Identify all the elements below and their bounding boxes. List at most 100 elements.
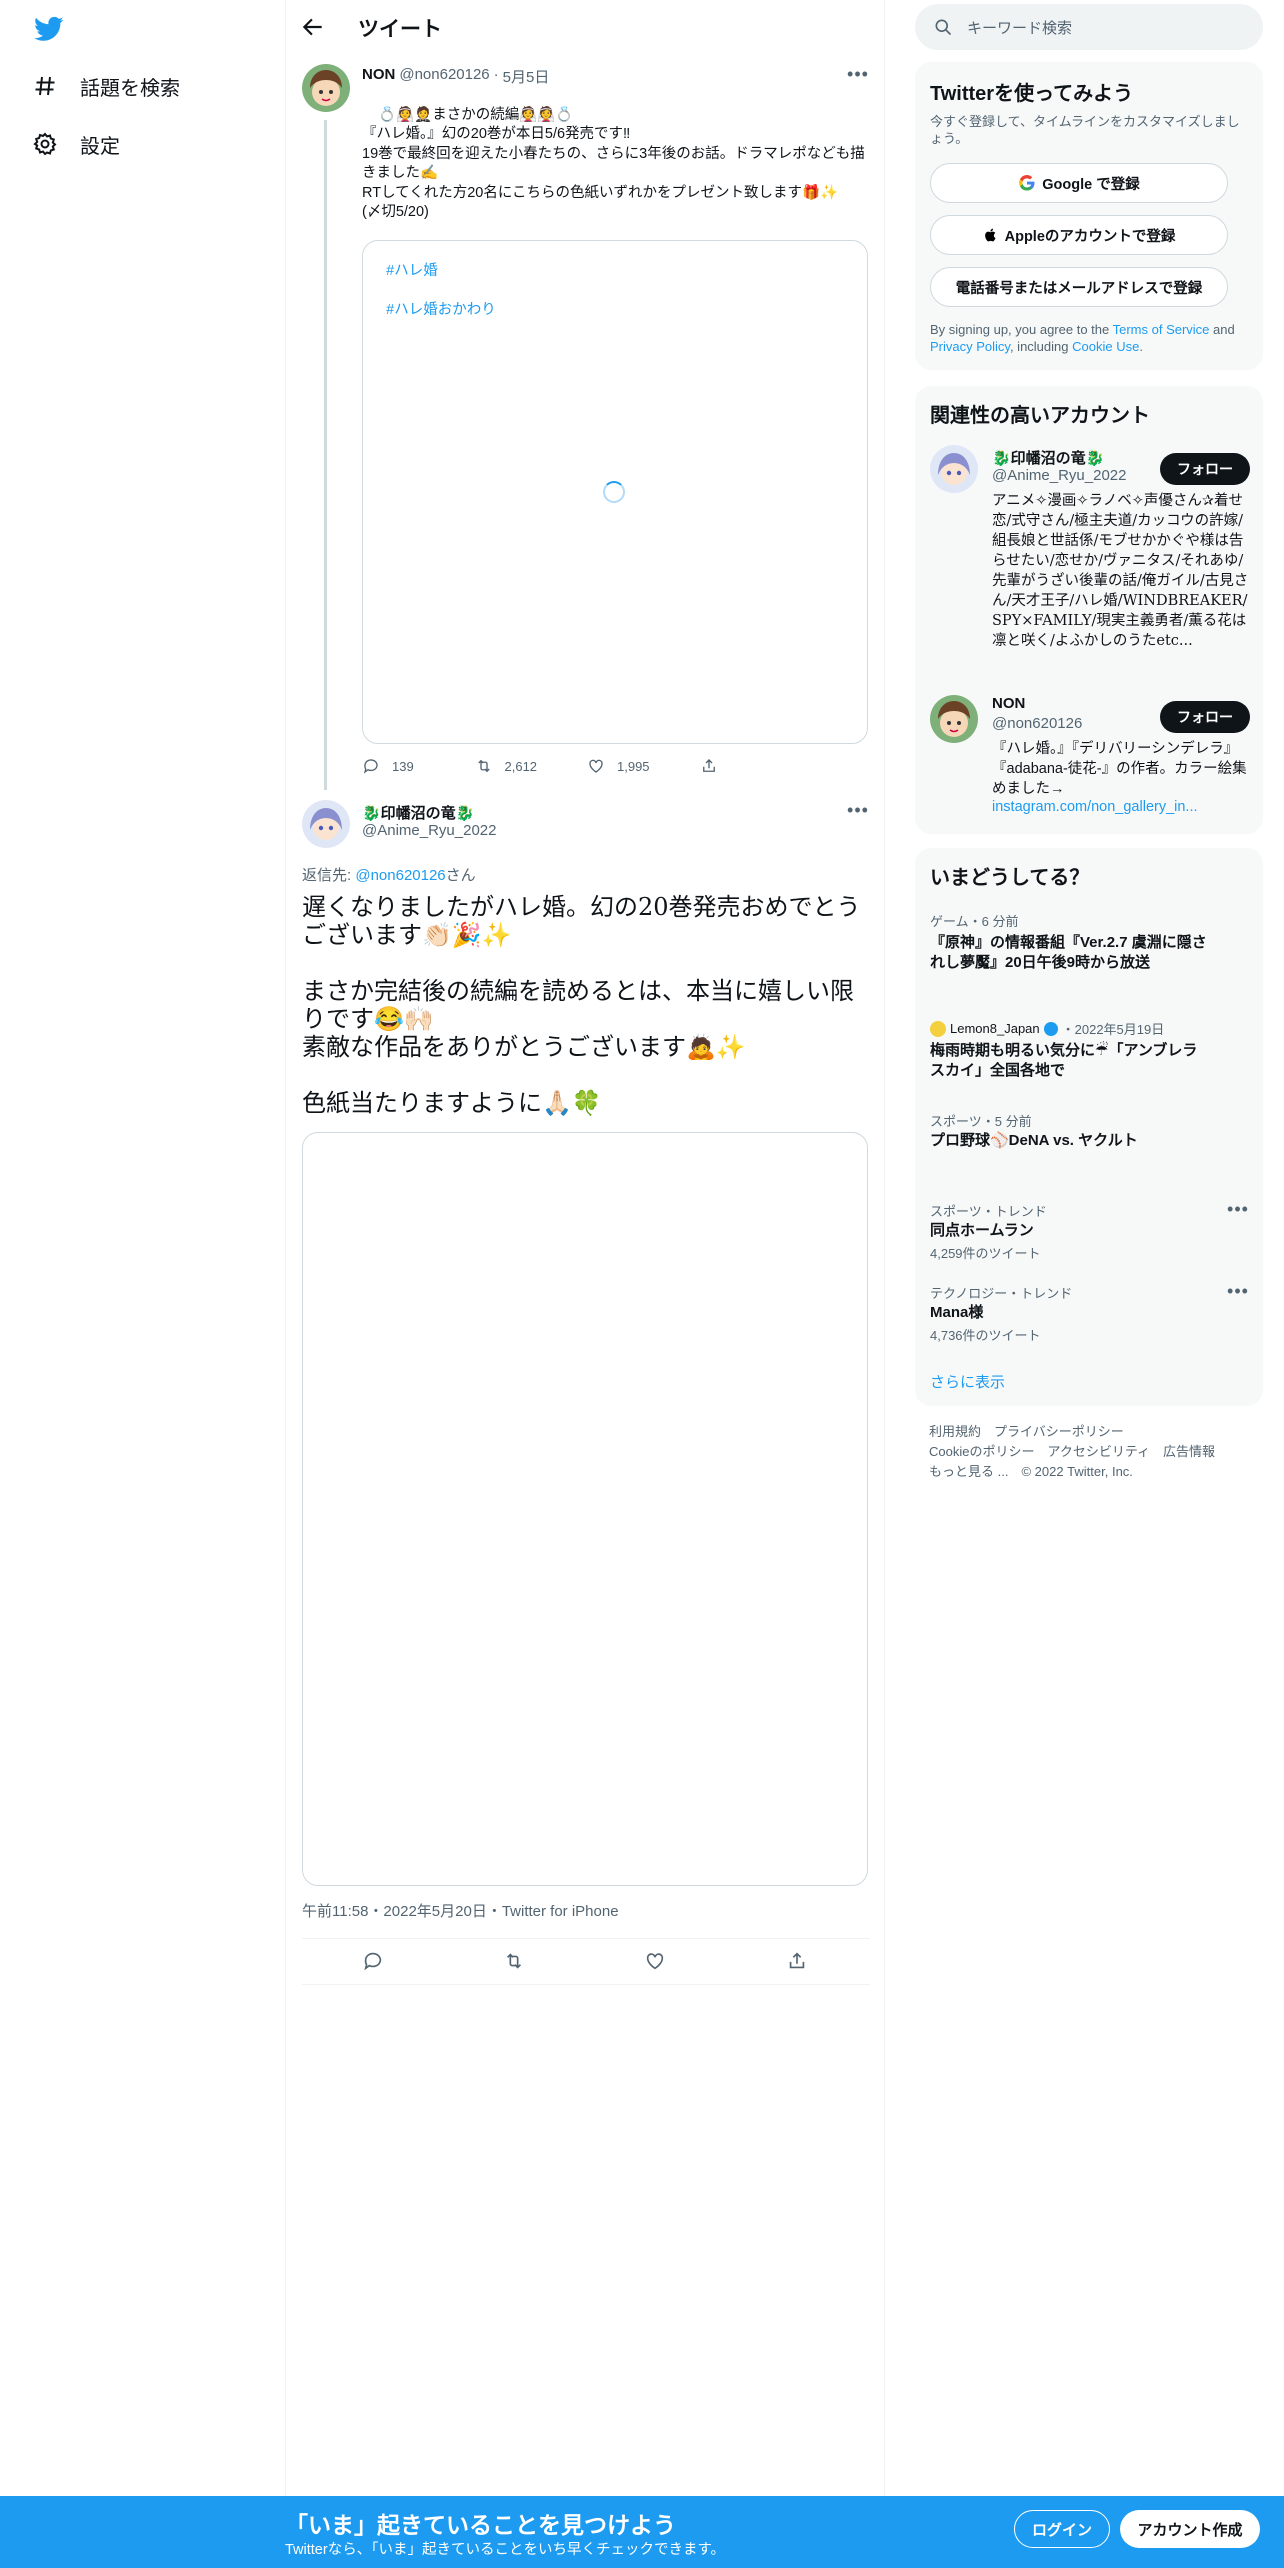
- avatar[interactable]: [302, 64, 350, 112]
- divider: [302, 1984, 870, 1985]
- separator-dot: ·: [493, 66, 499, 83]
- tweet2-text: 遅くなりましたがハレ婚。幻の20巻発売おめでとうございます👏🏻🎉✨ まさか完結後…: [302, 893, 861, 1117]
- reply-suffix: さん: [445, 867, 476, 884]
- more-icon[interactable]: •••: [846, 64, 870, 84]
- search-icon: [935, 19, 952, 36]
- divider: [302, 1938, 870, 1939]
- legal-text: and: [1209, 322, 1235, 337]
- reply-to-link[interactable]: @non620126: [355, 867, 445, 884]
- google-signup-label: Google で登録: [1042, 176, 1140, 193]
- follow-button[interactable]: フォロー: [1160, 701, 1250, 733]
- trend-source-row: Lemon8_Japan ・2022年5月19日: [930, 1019, 1164, 1038]
- retweet-count: 2,612: [504, 758, 538, 774]
- left-sidebar: 話題を検索 設定: [0, 0, 285, 2500]
- phone-email-signup-label: 電話番号またはメールアドレスで登録: [955, 280, 1203, 297]
- reply-icon: [363, 759, 378, 774]
- signup-legal: By signing up, you agree to the Terms of…: [930, 321, 1250, 355]
- google-signup-button[interactable]: Google で登録: [930, 163, 1228, 203]
- tweet2-actions: [286, 1940, 886, 1980]
- back-arrow-icon[interactable]: [300, 14, 326, 40]
- banner-title: 「いま」起きていることを見つけよう: [285, 2512, 676, 2538]
- verified-badge-icon: [1043, 1021, 1058, 1036]
- legal-text: , including: [1009, 339, 1073, 354]
- share-icon: [702, 759, 715, 772]
- relevant-title: 関連性の高いアカウント: [930, 405, 1150, 427]
- share-button[interactable]: [700, 757, 813, 775]
- trend-count: 4,259件のツイート: [930, 1246, 1041, 1261]
- heart-icon: [589, 759, 603, 773]
- avatar[interactable]: [302, 800, 350, 848]
- account-bio: 『ハレ婚。』『デリバリーシンデレラ』『adabana-徒花-』の作者。カラー絵集…: [992, 741, 1247, 797]
- avatar[interactable]: [930, 445, 978, 493]
- relevant-accounts-card: 関連性の高いアカウント 🐉印幡沼の竜🐉 @Anime_Ryu_2022 フォロー…: [915, 386, 1263, 834]
- retweet-icon[interactable]: [503, 1950, 525, 1972]
- more-icon[interactable]: •••: [1226, 1281, 1250, 1301]
- trend-title: Mana様: [930, 1304, 984, 1321]
- tweet-media[interactable]: [302, 1132, 868, 1886]
- reply-context: 返信先: @non620126さん: [302, 864, 476, 885]
- heart-icon[interactable]: [644, 1950, 666, 1972]
- trend-category: ゲーム・6 分前: [930, 914, 1019, 929]
- account-handle[interactable]: @non620126: [992, 715, 1082, 732]
- phone-email-signup-button[interactable]: 電話番号またはメールアドレスで登録: [930, 267, 1228, 307]
- footer-line[interactable]: もっと見る ... © 2022 Twitter, Inc.: [929, 1462, 1215, 1482]
- author-name[interactable]: NON: [362, 66, 395, 87]
- banner-subtitle: Twitterなら、「いま」起きていることをいち早くチェックできます。: [285, 2542, 725, 2558]
- trends-title: いまどうしてる？: [930, 867, 1090, 889]
- follow-button[interactable]: フォロー: [1160, 453, 1250, 485]
- footer-line[interactable]: Cookieのポリシー アクセシビリティ 広告情報: [929, 1442, 1215, 1462]
- avatar[interactable]: [930, 695, 978, 743]
- like-button[interactable]: 1,995: [587, 757, 700, 775]
- privacy-link[interactable]: Privacy Policy: [930, 339, 1010, 354]
- search-input[interactable]: キーワード検索: [915, 4, 1263, 50]
- apple-icon: [984, 228, 996, 242]
- reply-prefix: 返信先:: [302, 867, 356, 884]
- account-link[interactable]: instagram.com/non_gallery_in...: [992, 799, 1198, 815]
- trend-title: 『原神』の情報番組『Ver.2.7 虞淵に隠されし夢魘』20日午後9時から放送: [930, 934, 1207, 971]
- tweet-media[interactable]: [362, 240, 868, 744]
- trend-title: プロ野球⚾DeNA vs. ヤクルト: [930, 1132, 1138, 1149]
- footer-links[interactable]: 利用規約 プライバシーポリシー Cookieのポリシー アクセシビリティ 広告情…: [929, 1422, 1215, 1482]
- trend-title: 梅雨時期も明るい気分に☔「アンブレラスカイ」全国各地で: [930, 1042, 1198, 1079]
- hashtag-icon: [32, 73, 58, 99]
- apple-signup-button[interactable]: Appleのアカウントで登録: [930, 215, 1228, 255]
- account-name[interactable]: NON: [992, 695, 1025, 712]
- footer-line[interactable]: 利用規約 プライバシーポリシー: [929, 1422, 1215, 1442]
- signup-card: Twitterを使ってみよう 今すぐ登録して、タイムラインをカスタマイズしましょ…: [915, 62, 1263, 370]
- cookie-link[interactable]: Cookie Use: [1072, 339, 1139, 354]
- retweet-button[interactable]: 2,612: [475, 757, 588, 775]
- legal-text: .: [1139, 339, 1143, 354]
- create-account-button[interactable]: アカウント作成: [1120, 2510, 1260, 2548]
- legal-text: By signing up, you agree to the: [930, 322, 1113, 337]
- more-icon[interactable]: •••: [1226, 1199, 1250, 1219]
- gear-icon: [32, 131, 58, 157]
- lemon8-logo-icon: [930, 1020, 946, 1037]
- nav-settings-label: 設定: [80, 135, 120, 158]
- reply-icon[interactable]: [362, 1950, 384, 1972]
- author-handle[interactable]: @Anime_Ryu_2022: [362, 822, 496, 839]
- google-icon: [1019, 174, 1035, 191]
- show-more-link[interactable]: さらに表示: [930, 1371, 1005, 1392]
- trends-card: いまどうしてる？ ゲーム・6 分前 『原神』の情報番組『Ver.2.7 虞淵に隠…: [915, 848, 1263, 1406]
- account-name[interactable]: 🐉印幡沼の竜🐉: [992, 447, 1104, 468]
- nav-settings[interactable]: 設定: [32, 124, 120, 164]
- author-handle[interactable]: @non620126: [399, 66, 489, 87]
- trend-source: Lemon8_Japan: [950, 1021, 1040, 1036]
- more-icon[interactable]: •••: [846, 800, 870, 820]
- trend-category: スポーツ・5 分前: [930, 1114, 1032, 1129]
- nav-explore[interactable]: 話題を検索: [32, 66, 180, 106]
- search-placeholder: キーワード検索: [967, 19, 1073, 37]
- tweet-timestamp[interactable]: 午前11:58・2022年5月20日・Twitter for iPhone: [302, 1900, 619, 1921]
- retweet-icon: [477, 759, 490, 773]
- reply-button[interactable]: 139: [362, 757, 475, 775]
- tweet-date[interactable]: 5月5日: [503, 66, 550, 87]
- author-name[interactable]: 🐉印幡沼の竜🐉: [362, 802, 474, 823]
- account-handle[interactable]: @Anime_Ryu_2022: [992, 467, 1126, 484]
- login-button[interactable]: ログイン: [1014, 2510, 1110, 2548]
- trend-category: スポーツ・トレンド: [930, 1204, 1047, 1219]
- page-header: ツイート: [286, 0, 886, 54]
- share-icon[interactable]: [786, 1950, 808, 1972]
- thread-line: [324, 120, 327, 790]
- terms-link[interactable]: Terms of Service: [1113, 322, 1210, 337]
- twitter-logo-icon[interactable]: [32, 14, 66, 44]
